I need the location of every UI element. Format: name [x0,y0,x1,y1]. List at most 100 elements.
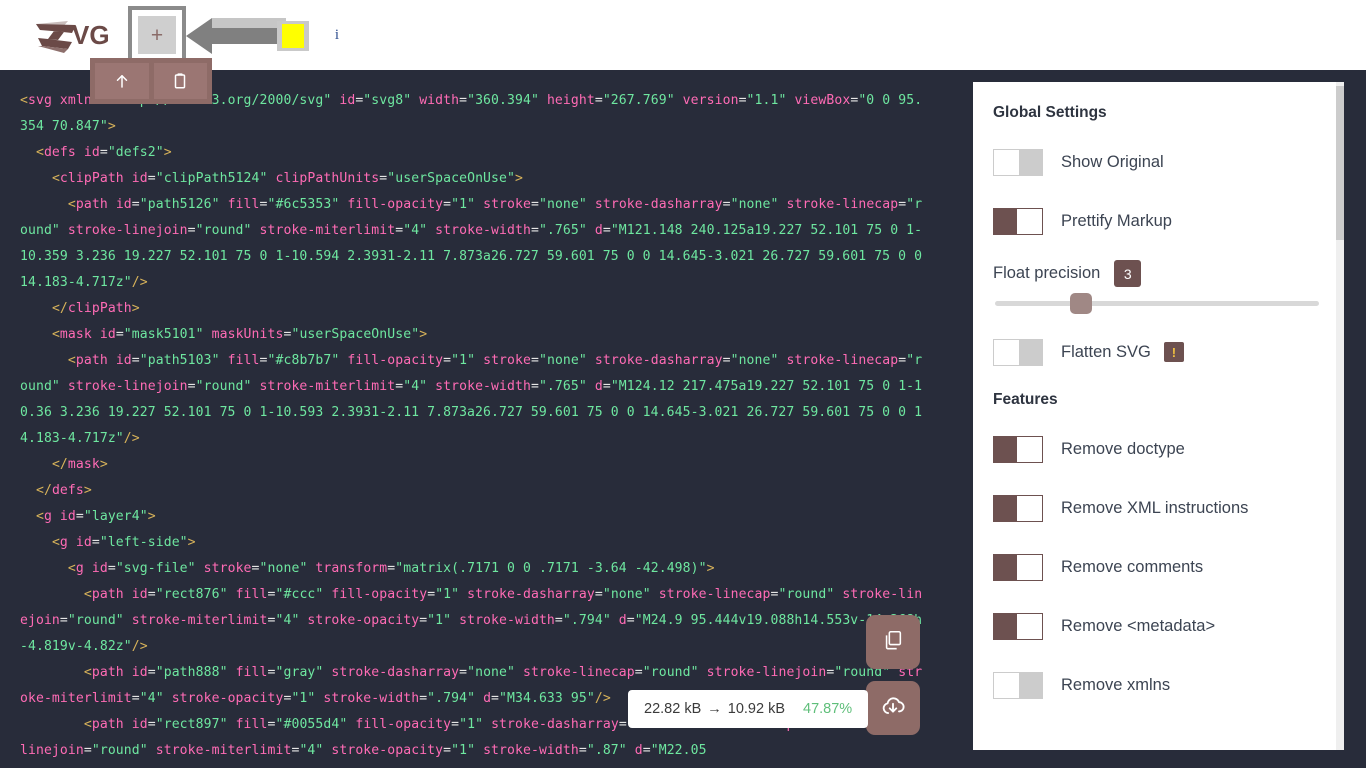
setting-row-remove-metadata[interactable]: Remove <metadata> [993,606,1321,646]
toggle-knob [994,339,1019,365]
code-token: = [602,223,611,238]
code-token: = [594,93,603,108]
upload-file-button[interactable] [95,63,149,99]
code-token: = [251,561,260,576]
code-token: stroke-dasharray [594,353,723,368]
svg-text:VG: VG [72,20,110,50]
toggle-remove-comments[interactable] [993,553,1043,581]
warning-badge-icon[interactable]: ! [1163,342,1184,362]
toggle-show-original[interactable] [993,148,1043,176]
toggle-remove-doctype[interactable] [993,435,1043,463]
svg-logo[interactable]: VG [28,16,120,56]
code-token: mask [59,327,92,342]
code-token: = [131,691,140,706]
toggle-knob [1017,208,1042,234]
code-token: = [147,665,156,680]
toggle-flatten-svg[interactable] [993,338,1043,366]
savings-percent: 47.87% [803,701,853,717]
arrow-glyph: → [707,701,722,717]
code-token: stroke-miterlimit [259,223,396,238]
code-token: id [59,509,76,524]
setting-row-prettify-markup[interactable]: Prettify Markup [993,201,1321,241]
code-token: "matrix(.7171 0 0 .7171 -3.64 -42.498)" [395,561,707,576]
copy-button[interactable] [866,615,920,669]
label-float-precision: Float precision [993,264,1101,282]
yellow-square-icon [282,24,304,48]
code-token: </ [51,457,68,472]
code-token: "1" [291,691,316,706]
setting-row-remove-xml-instructions[interactable]: Remove XML instructions [993,488,1321,528]
code-token: id [115,197,132,212]
code-token: "round" [195,223,252,238]
code-token: = [602,379,611,394]
toggle-remove-metadata[interactable] [993,612,1043,640]
toggle-knob [1017,554,1042,580]
code-token: fill [227,353,260,368]
code-token: "path888" [155,665,228,680]
code-token: = [147,171,156,186]
code-token: fill [235,587,268,602]
code-token: fill-opacity [355,717,452,732]
add-tab-button[interactable]: + [128,6,186,64]
code-token: < [67,561,76,576]
code-token: = [531,353,539,368]
code-token: "1" [435,587,460,602]
code-token: "1.1" [746,93,787,108]
code-token: "round" [67,613,124,628]
setting-row-show-original[interactable]: Show Original [993,142,1321,182]
paste-clipboard-button[interactable] [153,63,207,99]
float-precision-value: 3 [1114,260,1142,287]
code-token: "1" [451,353,476,368]
tab-source-menu[interactable] [90,58,212,104]
code-token: "1" [427,613,452,628]
setting-row-remove-comments[interactable]: Remove comments [993,547,1321,587]
optimized-size: 10.92 kB [727,701,785,717]
code-token: "none" [730,197,779,212]
toggle-knob [1017,495,1042,521]
code-token: < [67,197,76,212]
toggle-remove-xmlns[interactable] [993,671,1043,699]
code-token: viewBox [794,93,851,108]
slider-thumb[interactable] [1069,293,1092,314]
float-precision-slider[interactable] [995,293,1319,314]
setting-row-remove-xmlns[interactable]: Remove xmlns [993,665,1321,705]
toggle-prettify-markup[interactable] [993,207,1043,235]
label-remove-doctype: Remove doctype [1061,439,1185,458]
code-token: id [131,717,148,732]
code-token: "layer4" [83,509,148,524]
code-token: = [267,665,276,680]
code-token: = [99,145,108,160]
code-token: stroke-width [435,223,531,238]
code-token: "1" [451,743,476,758]
app-root: <svg xmlns="http://www.w3.org/2000/svg" … [0,0,1366,768]
code-token: = [594,587,603,602]
copy-icon [882,629,904,656]
setting-row-remove-doctype[interactable]: Remove doctype [993,429,1321,469]
info-icon[interactable]: i [330,24,344,46]
code-token: "left-side" [99,535,188,550]
code-token: </ [51,301,68,316]
download-button[interactable] [866,681,920,735]
toggle-remove-xml-instructions[interactable] [993,494,1043,522]
settings-scrollbar-thumb[interactable] [1336,86,1344,240]
setting-row-float-precision[interactable]: Float precision 3 [993,260,1321,314]
code-token: path [91,665,124,680]
download-cloud-icon [880,693,906,724]
setting-row-flatten-svg[interactable]: Flatten SVG ! [993,332,1321,372]
settings-panel[interactable]: Global Settings Show Original Prettify M… [973,82,1343,750]
